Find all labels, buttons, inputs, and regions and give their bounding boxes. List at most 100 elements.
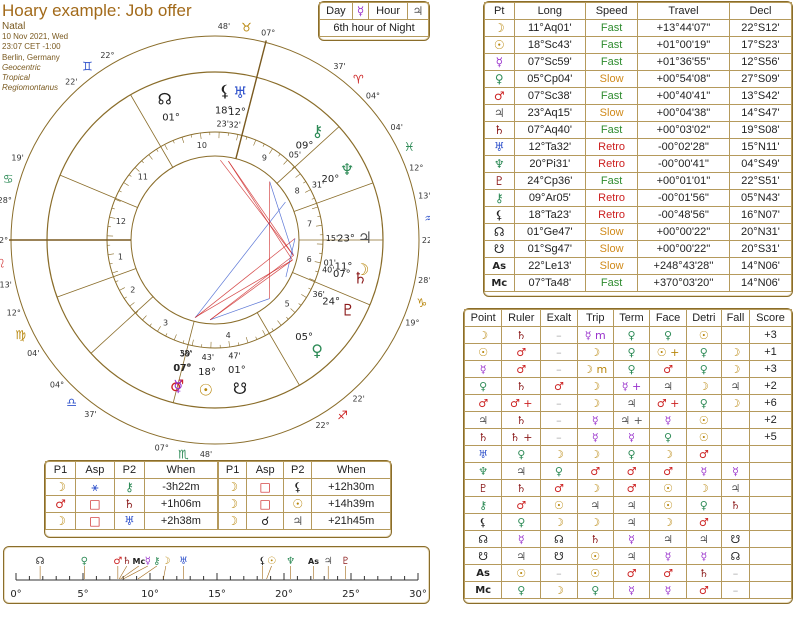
planet-glyph-icon: ☿ xyxy=(484,53,515,71)
planet-longitude: 05°Cp04' xyxy=(513,70,587,88)
planet-wheel-icon: ♄ xyxy=(353,269,367,288)
house-cusp-line xyxy=(59,174,138,208)
dignity-cell: ☽ xyxy=(720,343,751,361)
dignity-table-header-cell: Ruler xyxy=(501,309,542,327)
dignity-cell: ☽ xyxy=(576,513,614,531)
planet-glyph-icon: ♃ xyxy=(484,104,515,122)
planet-longitude: 01°Ge47' xyxy=(513,223,587,241)
wheel-tick xyxy=(157,326,161,332)
planet-glyph-icon: ☽ xyxy=(484,19,515,37)
cusp-minutes: 48' xyxy=(218,22,230,31)
planet-speed: Fast xyxy=(585,172,639,190)
planet-speed: Slow xyxy=(585,223,639,241)
strip-marker-icon: ☽ xyxy=(161,556,170,567)
dignity-table-row: ☽ ♄ – ☿ m ♀ ♀ ☉ +3 xyxy=(463,326,792,344)
dignity-cell: – xyxy=(540,343,578,361)
planet-declination: 13°S42' xyxy=(728,87,793,105)
planet-travel: +00°54'08'' xyxy=(637,70,730,88)
aspects-header-cell: When xyxy=(311,461,391,479)
dignity-cell: ☿ xyxy=(612,581,651,599)
cusp-minutes: 04' xyxy=(27,349,39,358)
dignity-cell: ☿ xyxy=(612,428,651,446)
cusp-minutes: 22' xyxy=(352,395,364,404)
wheel-tick xyxy=(118,190,122,193)
dignities-panel: Point Ruler Exalt Trip Term Face Detri Fall Scor… xyxy=(463,308,793,604)
dignity-cell: – xyxy=(540,326,578,344)
planet-longitude: 01°Sg47' xyxy=(513,240,587,258)
planet-speed: Fast xyxy=(585,274,639,292)
dignity-table-header-cell: Term xyxy=(612,309,651,327)
house-number: 2 xyxy=(130,286,135,295)
dignity-cell: ☉ xyxy=(649,479,687,497)
cusp-degree: 19° xyxy=(405,319,419,328)
dignity-cell: ♂ xyxy=(685,513,722,531)
aspects-header: P1 Asp P2 When xyxy=(217,461,391,479)
aspect-planet1-icon: ☽ xyxy=(45,478,76,496)
planet-table-row: ♆ 20°Pi31' Retro -00°00'41'' 04°S49' xyxy=(484,155,793,173)
dignity-score xyxy=(749,496,792,514)
aspects-panel: P1 Asp P2 When ☽ ⚹ ⚷ -3h22m ♂ □ ♄ +1h06m ☽ □ ♅ +2h38m P… xyxy=(44,460,392,538)
planet-wheel-degree: 07° xyxy=(333,269,351,280)
dignity-table-row: ♆ ♃ ♀ ♂ ♂ ♂ ☿ ☿ xyxy=(463,462,792,480)
dignity-cell: ♀ xyxy=(612,343,651,361)
aspect-line xyxy=(195,201,286,318)
cusp-sign-icon: ♊ xyxy=(82,60,93,74)
dignity-table-header-cell: Fall xyxy=(720,309,751,327)
wheel-tick xyxy=(128,174,132,177)
dignity-cell: ☿ xyxy=(649,581,687,599)
planet-table-row: ♄ 07°Aq40' Fast +00°03'02'' 19°S08' xyxy=(484,121,793,139)
planet-wheel-minutes: 32' xyxy=(229,121,241,130)
dignity-cell: ☉ xyxy=(685,428,722,446)
aspect-planet2-icon: ⚷ xyxy=(113,478,145,496)
cusp-minutes: 37' xyxy=(333,62,345,71)
dignity-cell: ☿ xyxy=(501,530,542,548)
planet-declination: 16°N07' xyxy=(728,206,793,224)
dignity-cell: ☊ xyxy=(540,530,578,548)
wheel-tick xyxy=(156,149,159,152)
wheel-tick xyxy=(305,189,311,193)
planet-speed: Fast xyxy=(585,87,639,105)
house-number: 11 xyxy=(138,173,148,182)
house-number: 10 xyxy=(197,141,207,150)
planet-wheel-icon: ☿ xyxy=(173,376,183,395)
wheel-tick xyxy=(317,215,321,218)
planet-wheel-minutes: 59' xyxy=(180,349,192,358)
planet-wheel-icon: ⚸ xyxy=(219,81,231,100)
planet-declination: 22°S51' xyxy=(728,172,793,190)
wheel-tick xyxy=(134,167,140,172)
dignity-cell: ☉ xyxy=(540,496,578,514)
wheel-tick xyxy=(190,134,193,138)
planet-wheel-minutes: 47' xyxy=(228,351,240,360)
wheel-tick xyxy=(228,341,230,348)
strip-marker-icon: ☿ xyxy=(145,556,151,567)
day-planet-icon: ☿ xyxy=(351,2,370,20)
dignity-cell: ♂ xyxy=(649,360,687,378)
dignity-table-row: ☉ ♂ – ☽ ♀ ☉ + ♀ ☽ +1 xyxy=(463,343,792,361)
wheel-tick xyxy=(181,137,185,143)
planet-declination: 15°N11' xyxy=(728,138,793,156)
aspect-planet1-icon: ☽ xyxy=(45,512,76,530)
aspect-row: ☽ □ ⚸ +12h30m xyxy=(217,478,391,496)
dignity-cell: ☽ xyxy=(540,581,578,599)
chart-title: Hoary example: Job offer xyxy=(2,1,192,20)
wheel-tick xyxy=(255,336,258,340)
dignity-cell: ♀ xyxy=(685,360,722,378)
dignity-point-icon: ⚸ xyxy=(463,513,503,531)
planet-longitude: 24°Cp36' xyxy=(513,172,587,190)
wheel-tick xyxy=(245,337,249,343)
dignity-cell: ♃ xyxy=(501,547,542,565)
strip-marker-icon: ♇ xyxy=(341,556,350,567)
planet-declination: 20°N31' xyxy=(728,223,793,241)
dignity-cell: ♀ xyxy=(540,462,578,480)
wheel-tick xyxy=(109,262,113,265)
planet-declination: 22°S12' xyxy=(728,19,793,37)
planet-table-row: ♅ 12°Ta32' Retro -00°02'28'' 15°N11' xyxy=(484,138,793,156)
dignity-table-row: ♃ ♄ – ☿ ♃ + ☿ ☉ +2 xyxy=(463,411,792,429)
cusp-sign-icon: ♎ xyxy=(66,396,77,410)
planet-wheel-icon: ♅ xyxy=(233,83,247,102)
wheel-tick xyxy=(182,340,185,344)
wheel-tick xyxy=(141,160,144,164)
planet-travel: +00°00'22'' xyxy=(637,223,730,241)
planet-positions-table: Pt Long Speed Travel Decl ☽ 11°Aq01' Fast +13°44… xyxy=(484,2,793,292)
dignity-cell: ♄ xyxy=(501,326,542,344)
